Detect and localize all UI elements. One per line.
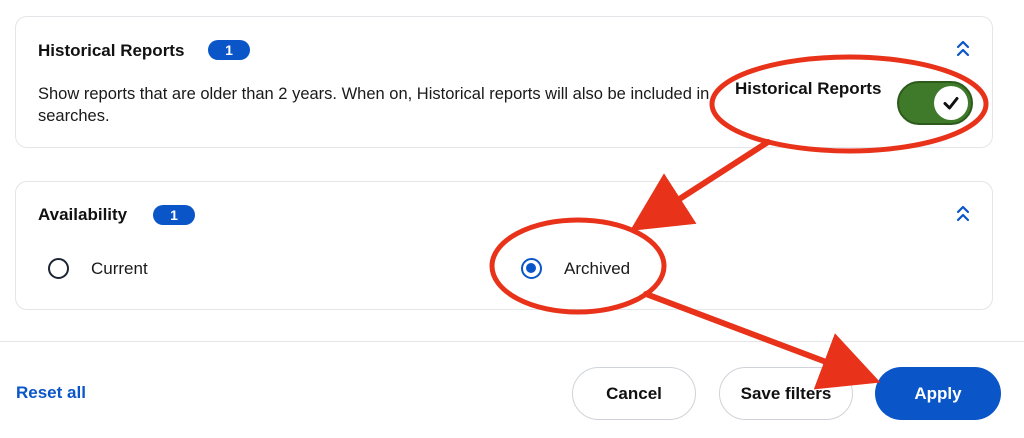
availability-option-archived[interactable]: Archived <box>521 258 630 279</box>
save-filters-button[interactable]: Save filters <box>719 367 853 420</box>
availability-option-label: Current <box>91 258 148 278</box>
chevrons-up-icon <box>956 40 970 57</box>
chevrons-up-icon <box>956 205 970 222</box>
apply-button[interactable]: Apply <box>875 367 1001 420</box>
historical-reports-description: Show reports that are older than 2 years… <box>38 85 710 125</box>
collapse-availability-button[interactable] <box>954 204 972 226</box>
radio-button-archived[interactable] <box>521 258 542 279</box>
collapse-historical-button[interactable] <box>954 39 972 61</box>
availability-option-current[interactable]: Current <box>48 258 148 279</box>
historical-reports-count-badge: 1 <box>208 40 250 60</box>
historical-reports-title: Historical Reports <box>38 41 185 60</box>
availability-option-label: Archived <box>564 258 631 278</box>
historical-reports-toggle-label: Historical Reports <box>735 79 882 98</box>
radio-button-current[interactable] <box>48 258 69 279</box>
historical-reports-toggle[interactable] <box>897 81 973 125</box>
reset-all-link[interactable]: Reset all <box>16 383 86 403</box>
availability-title: Availability <box>38 205 128 224</box>
availability-count-badge: 1 <box>153 205 195 225</box>
check-icon <box>943 97 959 110</box>
cancel-button[interactable]: Cancel <box>572 367 696 420</box>
toggle-knob <box>934 86 968 120</box>
availability-card: Availability 1 Current Archived <box>15 181 993 310</box>
footer-divider <box>0 341 1024 342</box>
